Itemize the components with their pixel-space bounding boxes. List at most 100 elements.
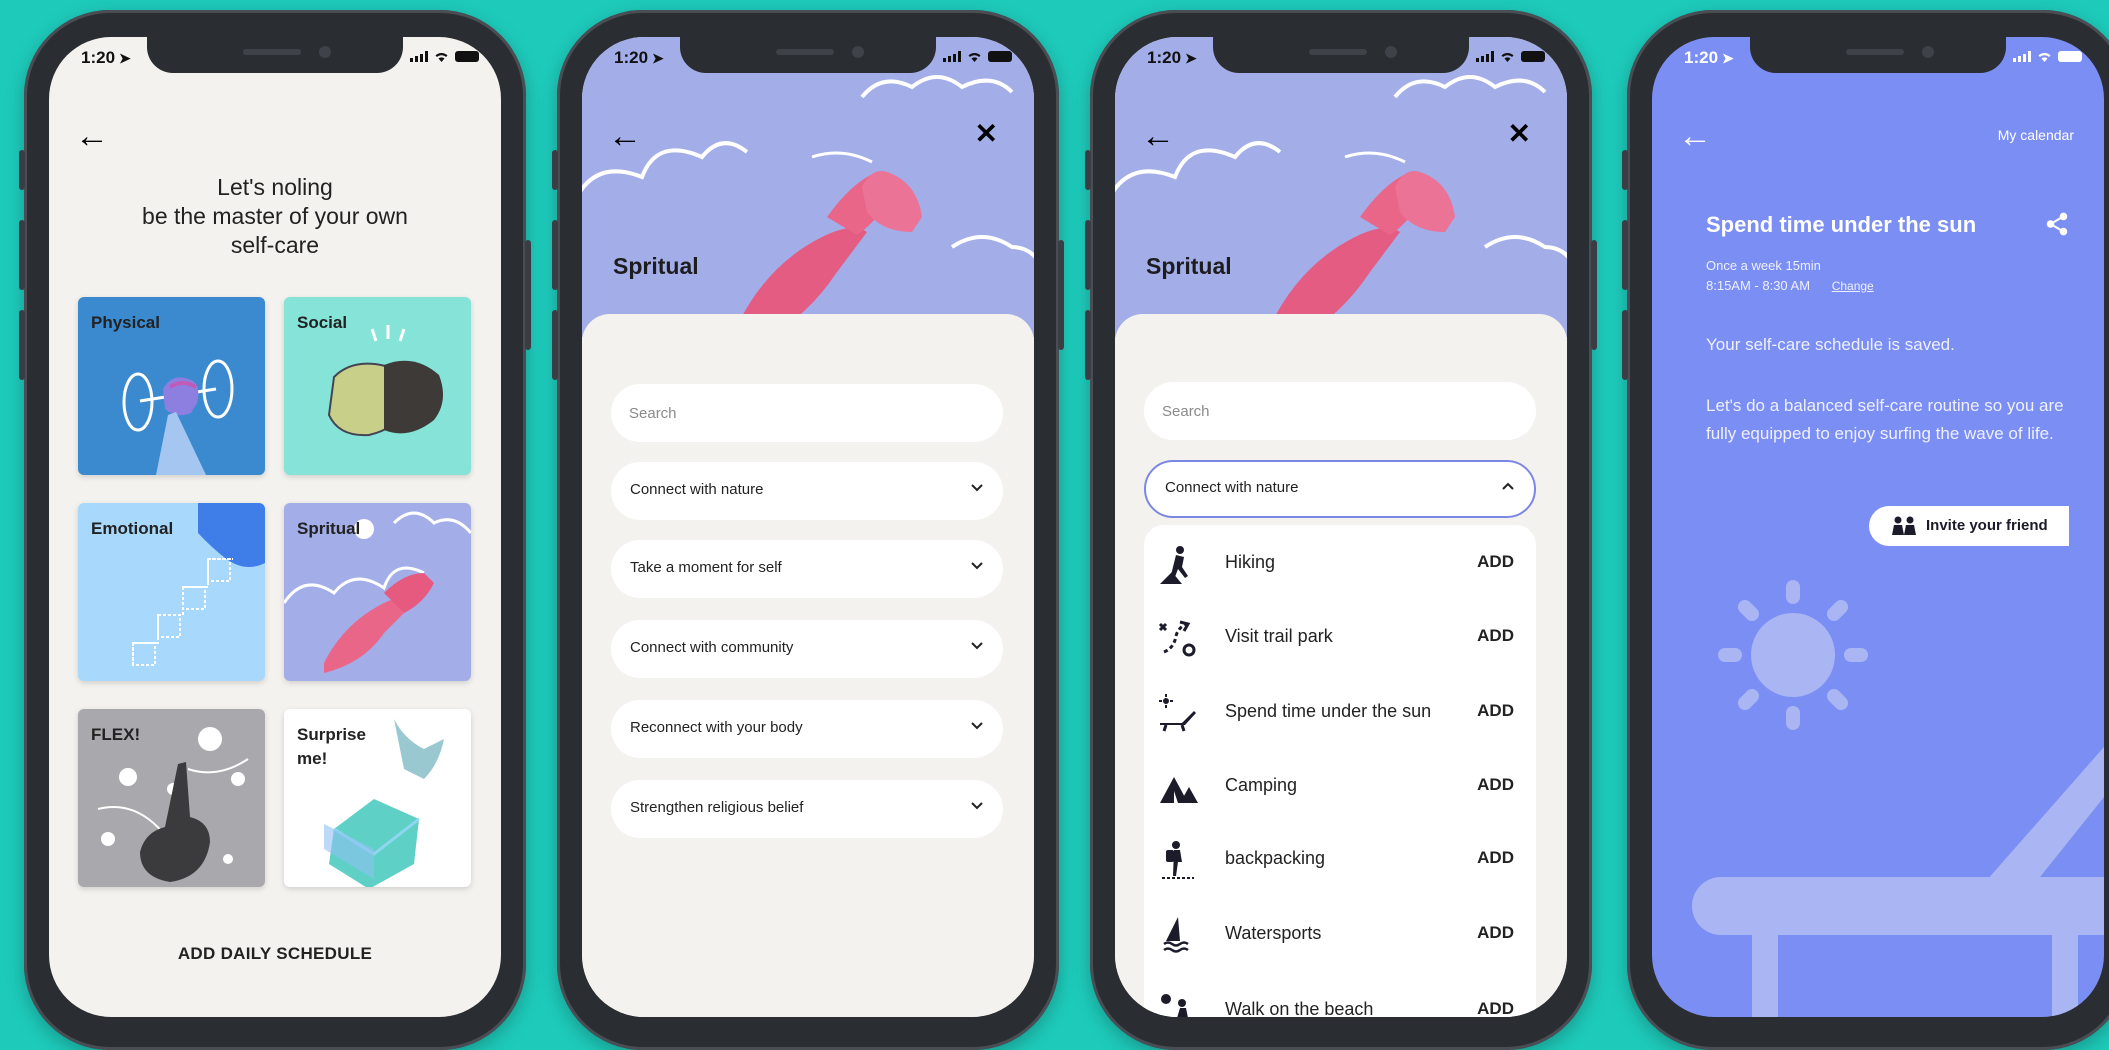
activity-name: Hiking: [1225, 552, 1276, 572]
activity-name: Watersports: [1225, 923, 1322, 943]
side-button: [1058, 240, 1064, 350]
add-daily-schedule-button[interactable]: ADD DAILY SCHEDULE: [49, 944, 501, 964]
battery-icon: [2058, 51, 2082, 62]
list-item: backpacking ADD: [1144, 821, 1536, 895]
accordion-connect-with-community[interactable]: Connect with community: [611, 620, 1003, 678]
side-button: [19, 220, 25, 290]
schedule-time: 8:15AM - 8:30 AM Change: [1706, 278, 1874, 293]
hands-clouds-illustration: [582, 75, 1034, 337]
category-card-flex[interactable]: FLEX!: [78, 709, 265, 887]
status-time: 1:20: [1684, 48, 1719, 67]
chevron-down-icon: [971, 642, 983, 650]
sailing-icon: [1163, 917, 1189, 953]
hero-banner: ← ✕ Spritual: [1115, 37, 1567, 337]
my-calendar-link[interactable]: My calendar: [1998, 127, 2074, 143]
phone-frame-categories: 1:20 ➤ ← Let's noling be the master of yo…: [19, 10, 531, 1050]
add-button[interactable]: ADD: [1477, 999, 1514, 1017]
side-button: [552, 220, 558, 290]
accordion-connect-with-nature-open[interactable]: Connect with nature: [1144, 460, 1536, 518]
add-button[interactable]: ADD: [1477, 552, 1514, 572]
battery-icon: [455, 51, 479, 62]
location-arrow-icon: ➤: [119, 50, 131, 66]
accordion-connect-with-nature[interactable]: Connect with nature: [611, 462, 1003, 520]
wifi-icon: [435, 53, 448, 62]
phone-frame-activity-list: 1:20➤ ← ✕ Spritual Con: [1085, 10, 1597, 1050]
category-label: Physical: [91, 313, 160, 332]
section-title: Spritual: [1146, 253, 1232, 279]
activity-title: Spend time under the sun: [1706, 212, 1977, 237]
signal-icon: [1476, 51, 1494, 62]
status-bar: 1:20 ➤: [1652, 37, 2104, 73]
category-label: Emotional: [91, 519, 174, 538]
title-line: self-care: [230, 232, 320, 258]
body-message: Let's do a balanced self-care routine so…: [1706, 396, 2064, 443]
phone-frame-spritual-list: 1:20➤ ← ✕ Spritual Con: [552, 10, 1064, 1050]
status-time: 1:20: [614, 48, 649, 67]
invite-label: Invite your friend: [1926, 517, 2048, 534]
search-input[interactable]: [1144, 382, 1536, 440]
accordion-label: Take a moment for self: [630, 559, 782, 576]
activity-name: Spend time under the sun: [1225, 701, 1432, 721]
location-arrow-icon: ➤: [1185, 50, 1197, 66]
back-arrow-icon[interactable]: ←: [608, 119, 642, 153]
list-item: Camping ADD: [1144, 748, 1536, 822]
wifi-icon: [968, 53, 981, 62]
screen-spritual-sections: 1:20➤ ← ✕ Spritual Con: [582, 37, 1034, 1017]
list-item: Spend time under the sun ADD: [1144, 674, 1536, 748]
screen-activities: 1:20➤ ← ✕ Spritual Con: [1115, 37, 1567, 1017]
battery-icon: [1521, 51, 1545, 62]
back-arrow-icon[interactable]: ←: [1141, 119, 1175, 153]
side-button: [19, 150, 25, 190]
accordion-label: Reconnect with your body: [630, 719, 803, 736]
add-button[interactable]: ADD: [1477, 848, 1514, 868]
trail-icon: [1158, 620, 1196, 657]
side-button: [552, 310, 558, 380]
side-button: [552, 150, 558, 190]
beach-walk-icon: [1161, 994, 1188, 1017]
list-item: Visit trail park ADD: [1144, 599, 1536, 673]
change-link[interactable]: Change: [1832, 279, 1874, 293]
status-time: 1:20: [81, 48, 116, 67]
add-button[interactable]: ADD: [1477, 923, 1514, 943]
phone-frame-schedule-saved: 1:20 ➤ ← My calendar Spend time under the…: [1622, 10, 2109, 1050]
close-icon[interactable]: ✕: [975, 117, 998, 150]
side-button: [1591, 240, 1597, 350]
side-button: [1085, 310, 1091, 380]
side-button: [1622, 310, 1628, 380]
accordion-label: Connect with nature: [630, 481, 764, 498]
side-button: [1085, 150, 1091, 190]
category-card-spritual[interactable]: Spritual: [284, 503, 471, 681]
screen-categories: 1:20 ➤ ← Let's noling be the master of yo…: [49, 37, 501, 1017]
share-icon[interactable]: [2044, 211, 2070, 237]
category-card-emotional[interactable]: Emotional: [78, 503, 265, 681]
search-input[interactable]: [611, 384, 1003, 442]
back-arrow-icon[interactable]: ←: [75, 119, 109, 153]
chevron-down-icon: [971, 722, 983, 730]
chevron-down-icon: [971, 802, 983, 810]
accordion-reconnect-with-body[interactable]: Reconnect with your body: [611, 700, 1003, 758]
schedule-frequency: Once a week 15min: [1706, 258, 1821, 273]
list-item: Hiking ADD: [1144, 525, 1536, 599]
sections-sheet: Connect with nature Take a moment for se…: [582, 314, 1034, 1017]
side-button: [19, 310, 25, 380]
signal-icon: [410, 51, 428, 62]
add-button[interactable]: ADD: [1477, 775, 1514, 795]
category-card-physical[interactable]: Physical: [78, 297, 265, 475]
add-button[interactable]: ADD: [1477, 626, 1514, 646]
category-card-social[interactable]: Social: [284, 297, 471, 475]
title-line: be the master of your own: [142, 203, 408, 229]
saved-message: Your self-care schedule is saved.: [1706, 335, 1955, 354]
close-icon[interactable]: ✕: [1508, 117, 1531, 150]
side-button: [1085, 220, 1091, 290]
page-title: Let's noling be the master of your own s…: [49, 173, 501, 260]
accordion-take-a-moment[interactable]: Take a moment for self: [611, 540, 1003, 598]
add-button[interactable]: ADD: [1477, 701, 1514, 721]
accordion-religious-belief[interactable]: Strengthen religious belief: [611, 780, 1003, 838]
hands-clouds-illustration: [1115, 75, 1567, 337]
status-bar: 1:20 ➤: [582, 37, 1034, 73]
back-arrow-icon[interactable]: ←: [1678, 119, 1712, 153]
activity-name: Visit trail park: [1225, 626, 1333, 646]
invite-friend-button[interactable]: Invite your friend: [1869, 506, 2069, 546]
sunbathing-icon: [1159, 694, 1196, 732]
category-card-surprise[interactable]: Surprise me!: [284, 709, 471, 887]
